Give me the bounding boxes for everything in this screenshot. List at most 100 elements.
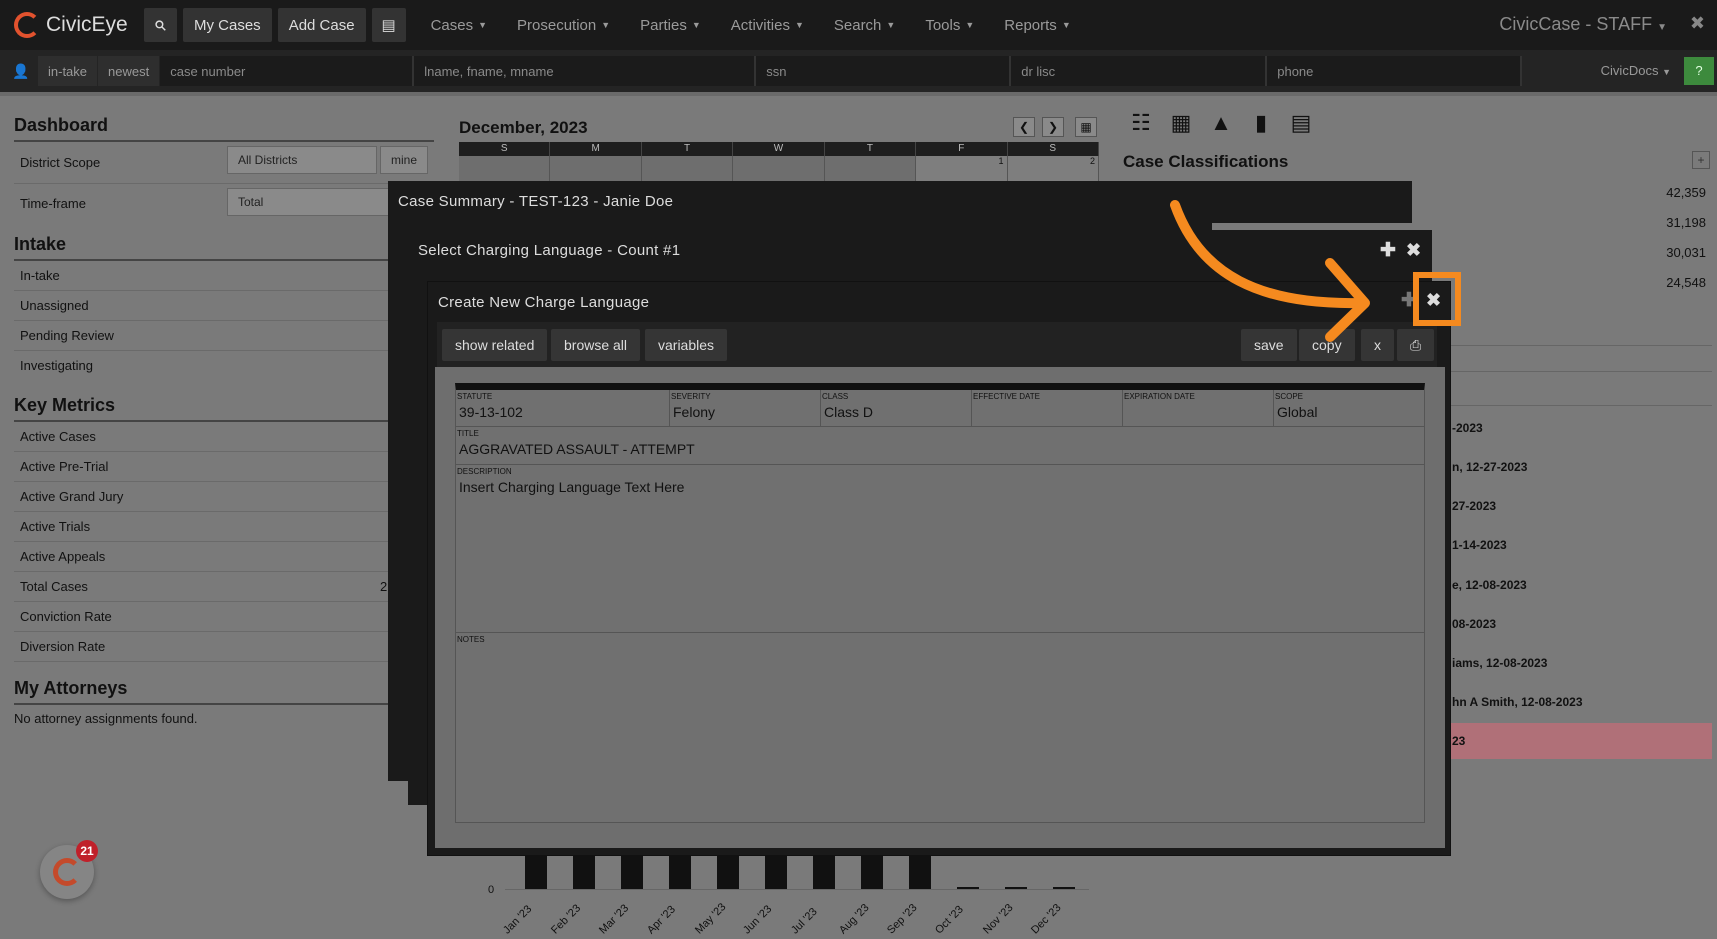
- metric-item[interactable]: Active Pre-Trial: [14, 452, 434, 482]
- civicdocs-label: CivicDocs: [1600, 63, 1659, 78]
- activity-item[interactable]: hn A Smith, 12-08-2023: [1452, 695, 1583, 709]
- chevron-right-icon[interactable]: ❯: [1042, 117, 1064, 137]
- activity-item[interactable]: 23: [1452, 734, 1465, 748]
- chart-bar[interactable]: [669, 852, 691, 890]
- total-cases-row[interactable]: Total Cases 2: [14, 572, 434, 602]
- expiration-date-field[interactable]: EXPIRATION DATE: [1123, 390, 1274, 427]
- civicdocs-menu[interactable]: CivicDocs ▼: [1601, 63, 1671, 78]
- menu-parties[interactable]: Parties ▼: [640, 17, 701, 34]
- app-title-menu[interactable]: CivicCase - STAFF ▼: [1499, 14, 1667, 35]
- activity-item[interactable]: 27-2023: [1452, 499, 1496, 513]
- district-scope-select[interactable]: All Districts: [227, 146, 377, 174]
- field-label: EXPIRATION DATE: [1124, 392, 1195, 401]
- chart-bar[interactable]: [717, 852, 739, 890]
- name-input[interactable]: lname, fname, mname: [414, 56, 757, 86]
- map-icon[interactable]: ▲: [1208, 110, 1234, 136]
- close-icon[interactable]: ✖: [1406, 240, 1421, 261]
- calendar-day[interactable]: 1: [916, 156, 1008, 182]
- title-field[interactable]: TITLE AGGRAVATED ASSAULT - ATTEMPT: [456, 427, 1424, 465]
- activity-highlight-row[interactable]: [1436, 723, 1712, 759]
- chart-bar[interactable]: [765, 852, 787, 890]
- dr-lisc-input[interactable]: dr lisc: [1011, 56, 1268, 86]
- intake-button[interactable]: in-take: [38, 56, 98, 86]
- calendar-day[interactable]: [641, 156, 734, 182]
- menu-reports[interactable]: Reports ▼: [1004, 17, 1070, 34]
- browse-all-button[interactable]: browse all: [551, 329, 641, 361]
- severity-field[interactable]: SEVERITY Felony: [670, 390, 821, 427]
- description-field[interactable]: DESCRIPTION Insert Charging Language Tex…: [456, 465, 1424, 633]
- district-scope-label: District Scope: [20, 155, 101, 170]
- calendar-day[interactable]: [459, 156, 551, 182]
- chevron-left-icon[interactable]: ❮: [1013, 117, 1035, 137]
- my-cases-button[interactable]: My Cases: [183, 8, 272, 42]
- activity-item[interactable]: iams, 12-08-2023: [1452, 656, 1547, 670]
- metric-item[interactable]: Active Cases: [14, 422, 434, 452]
- activity-item[interactable]: -2023: [1452, 421, 1483, 435]
- brand[interactable]: CivicEye: [14, 12, 139, 38]
- notes-field[interactable]: NOTES: [456, 633, 1424, 823]
- menu-search[interactable]: Search ▼: [834, 17, 895, 34]
- menu-cases[interactable]: Cases ▼: [431, 17, 487, 34]
- effective-date-field[interactable]: EFFECTIVE DATE: [972, 390, 1123, 427]
- intake-item[interactable]: Pending Review: [14, 321, 434, 351]
- chart-bar[interactable]: [525, 852, 547, 890]
- newest-button[interactable]: newest: [98, 56, 160, 86]
- metric-item[interactable]: Active Grand Jury: [14, 482, 434, 512]
- list-button[interactable]: ▤: [371, 8, 406, 42]
- caret-down-icon: ▼: [478, 20, 488, 30]
- caret-down-icon: ▼: [1662, 67, 1671, 77]
- scope-field[interactable]: SCOPE Global: [1274, 390, 1424, 427]
- intake-item[interactable]: In-take: [14, 261, 434, 291]
- search-button[interactable]: [144, 8, 177, 42]
- variables-button[interactable]: variables: [645, 329, 728, 361]
- calendar-day[interactable]: [733, 156, 825, 182]
- metric-item[interactable]: Active Appeals: [14, 542, 434, 572]
- show-related-button[interactable]: show related: [442, 329, 548, 361]
- book-icon[interactable]: ▤: [1288, 110, 1314, 136]
- day-label: F: [916, 142, 1008, 156]
- calendar-day[interactable]: [824, 156, 917, 182]
- chart-bar[interactable]: [813, 852, 835, 890]
- calendar-icon[interactable]: ▦: [1075, 117, 1097, 137]
- intake-item[interactable]: Unassigned: [14, 291, 434, 321]
- print-button[interactable]: ⎙: [1397, 329, 1435, 361]
- statute-field[interactable]: STATUTE 39-13-102: [456, 390, 670, 427]
- phone-input[interactable]: phone: [1267, 56, 1523, 86]
- chart-bar[interactable]: [573, 852, 595, 890]
- metric-item[interactable]: Diversion Rate: [14, 632, 434, 662]
- calendar-icon[interactable]: ▦: [1168, 110, 1194, 136]
- menu-activities[interactable]: Activities ▼: [731, 17, 804, 34]
- class-field[interactable]: CLASS Class D: [821, 390, 972, 427]
- menu-label: Search: [833, 16, 882, 34]
- calculator-icon[interactable]: ☷: [1128, 110, 1154, 136]
- chat-launcher[interactable]: 21: [40, 840, 98, 899]
- classification-count: 31,198: [1666, 215, 1706, 230]
- ssn-input[interactable]: ssn: [756, 56, 1012, 86]
- metric-item[interactable]: Active Trials: [14, 512, 434, 542]
- plus-icon[interactable]: +: [1692, 151, 1710, 169]
- expand-icon[interactable]: ✚: [1380, 239, 1396, 262]
- chart-bar[interactable]: [909, 852, 931, 890]
- x-tick-label: Jun '23: [741, 903, 775, 937]
- menu-prosecution[interactable]: Prosecution ▼: [517, 17, 610, 34]
- mine-button[interactable]: mine: [380, 146, 428, 174]
- modal-title: Select Charging Language - Count #1: [418, 242, 681, 259]
- activity-item[interactable]: 1-14-2023: [1452, 538, 1507, 552]
- activity-item[interactable]: 08-2023: [1452, 617, 1496, 631]
- calendar-day[interactable]: [550, 156, 642, 182]
- activity-item[interactable]: n, 12-27-2023: [1452, 460, 1527, 474]
- calendar-day[interactable]: 2: [1007, 156, 1099, 182]
- case-number-input[interactable]: case number: [160, 56, 415, 86]
- print-icon: ⎙: [1410, 337, 1422, 353]
- intake-item[interactable]: Investigating: [14, 351, 434, 381]
- field-value: Insert Charging Language Text Here: [459, 479, 685, 495]
- metric-item[interactable]: Conviction Rate: [14, 602, 434, 632]
- chart-bar[interactable]: [861, 852, 883, 890]
- close-icon[interactable]: ✖: [1690, 13, 1705, 34]
- document-icon[interactable]: ▮: [1248, 110, 1274, 136]
- help-button[interactable]: ?: [1684, 57, 1714, 85]
- add-case-button[interactable]: Add Case: [277, 8, 366, 42]
- activity-item[interactable]: e, 12-08-2023: [1452, 578, 1527, 592]
- chart-bar[interactable]: [621, 852, 643, 890]
- menu-tools[interactable]: Tools ▼: [925, 17, 974, 34]
